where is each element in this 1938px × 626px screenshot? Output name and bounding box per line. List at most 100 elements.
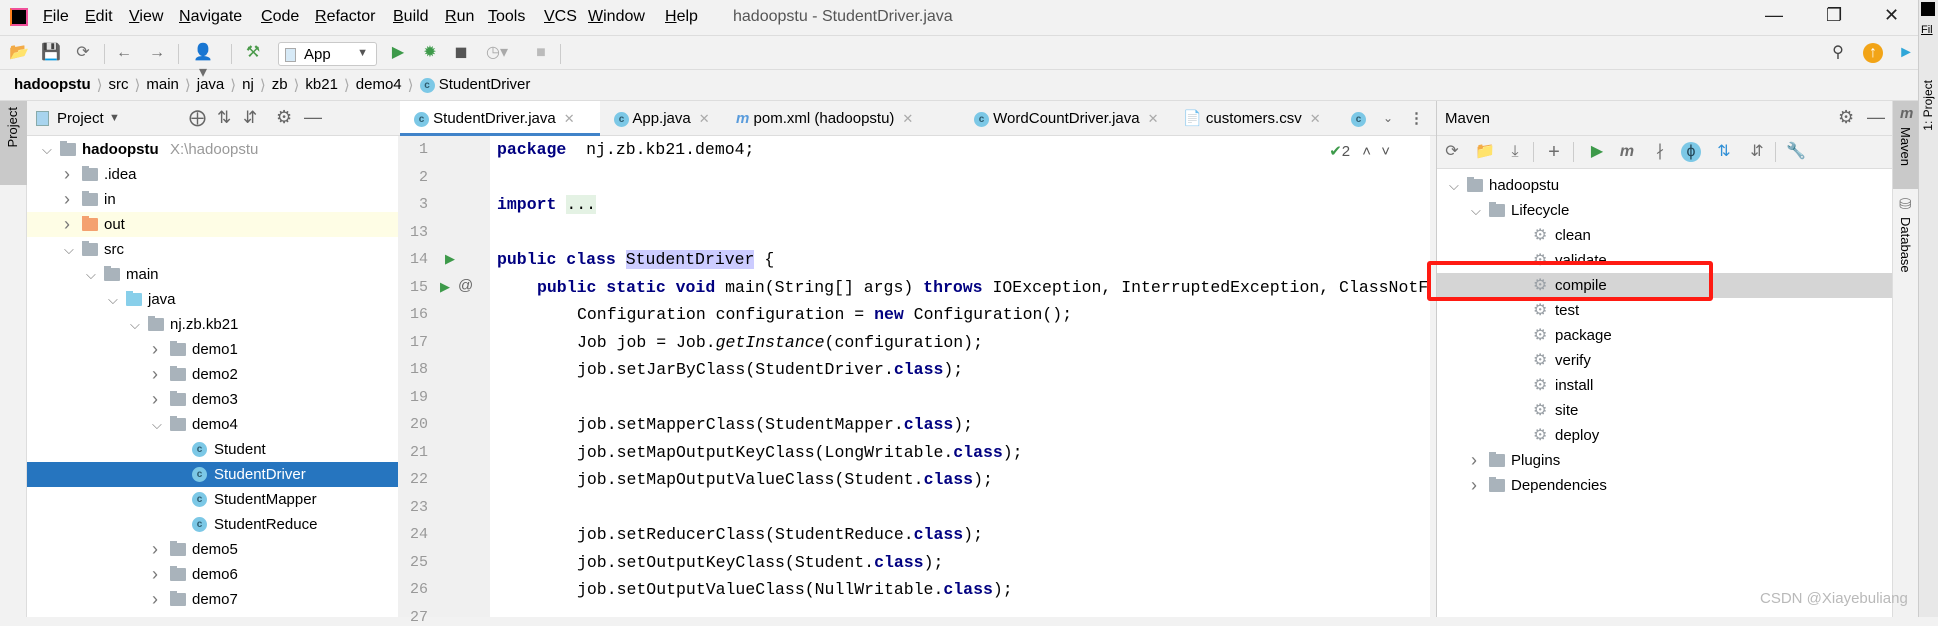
chevron-right-icon[interactable]: › (152, 562, 158, 587)
breadcrumb-item[interactable]: demo4 (356, 76, 402, 94)
settings-gear-icon[interactable]: ⚙ (276, 107, 292, 128)
chevron-down-icon[interactable]: ⌵ (130, 312, 140, 337)
chevron-down-icon[interactable]: ▼ (109, 112, 120, 124)
chevron-right-icon[interactable]: › (152, 387, 158, 412)
maven-item-verify[interactable]: ⚙ verify (1437, 348, 1893, 373)
menu-window[interactable]: Window (588, 8, 645, 26)
tree-item-njzbkb21[interactable]: ⌵ nj.zb.kb21 (27, 312, 398, 337)
tree-item-src[interactable]: ⌵ src (27, 237, 398, 262)
menu-file[interactable]: File (43, 8, 69, 26)
tab-list-chevron-icon[interactable]: ⌄ (1383, 101, 1393, 136)
code-editor[interactable]: ✔2 ˄ ˅ package nj.zb.kb21.demo4; import .… (490, 136, 1430, 617)
hide-panel-icon[interactable]: — (1867, 107, 1885, 128)
chevron-right-icon[interactable]: › (152, 362, 158, 387)
menu-navigate[interactable]: Navigate (179, 8, 242, 26)
breadcrumb-item[interactable]: kb21 (305, 76, 338, 94)
maven-item-test[interactable]: ⚙ test (1437, 298, 1893, 323)
maven-item-install[interactable]: ⚙ install (1437, 373, 1893, 398)
maven-item-plugins[interactable]: › Plugins (1437, 448, 1893, 473)
expand-all-icon[interactable]: ⇅ (217, 108, 231, 128)
tree-item-studentreduce[interactable]: c StudentReduce (27, 512, 398, 537)
menu-help[interactable]: Help (665, 8, 698, 26)
maven-item-deploy[interactable]: ⚙ deploy (1437, 423, 1893, 448)
build-hammer-icon[interactable]: ⚒ (243, 43, 263, 63)
run-config-select[interactable]: App ▼ (278, 42, 377, 66)
tree-item-studentdriver[interactable]: c StudentDriver (27, 462, 398, 487)
chevron-down-icon[interactable]: ⌵ (86, 262, 96, 287)
maven-item-lifecycle[interactable]: ⌵ Lifecycle (1437, 198, 1893, 223)
close-tab-icon[interactable]: ✕ (902, 111, 913, 126)
tree-item-idea[interactable]: › .idea (27, 162, 398, 187)
run-icon[interactable]: ▶ (1587, 142, 1607, 162)
execute-goal-icon[interactable]: m (1617, 142, 1637, 162)
chevron-down-icon[interactable]: ⌵ (1471, 198, 1481, 223)
maven-item-hadoopstu[interactable]: ⌵ hadoopstu (1437, 173, 1893, 198)
collapse-all-icon[interactable]: ⇵ (1747, 142, 1767, 162)
project-tool-button[interactable]: Project (0, 101, 27, 185)
maven-tool-button[interactable]: m Maven (1893, 101, 1919, 189)
chevron-down-icon[interactable]: ⌵ (108, 287, 118, 312)
run-icon[interactable]: ▶ (388, 43, 408, 63)
download-icon[interactable]: ⤓ (1505, 142, 1525, 162)
tree-item-demo3[interactable]: › demo3 (27, 387, 398, 412)
forward-icon[interactable]: → (147, 43, 167, 63)
tree-item-demo4[interactable]: ⌵ demo4 (27, 412, 398, 437)
toggle-offline-icon[interactable]: ∤ (1650, 142, 1670, 162)
user-dropdown-icon[interactable]: 👤▾ (190, 43, 216, 81)
tree-item-studentmapper[interactable]: c StudentMapper (27, 487, 398, 512)
tree-item-demo5[interactable]: › demo5 (27, 537, 398, 562)
close-button[interactable]: ✕ (1884, 5, 1899, 26)
skip-tests-icon[interactable]: ϕ (1681, 142, 1701, 162)
coverage-icon[interactable]: ◼ (451, 43, 471, 63)
tab-app[interactable]: c App.java ✕ (612, 101, 710, 136)
menu-vcs[interactable]: VCS (544, 8, 577, 26)
minimize-button[interactable]: — (1765, 5, 1783, 26)
locate-icon[interactable]: ⨁ (189, 108, 206, 128)
chevron-down-icon[interactable]: ⌵ (1449, 173, 1459, 198)
back-icon[interactable]: ← (114, 43, 134, 63)
override-at-icon[interactable]: @ (458, 277, 473, 294)
menu-refactor[interactable]: Refactor (315, 8, 375, 26)
chevron-down-icon[interactable]: ⌵ (42, 137, 52, 162)
settings-gear-icon[interactable]: ⚙ (1838, 107, 1854, 128)
generate-sources-icon[interactable]: 📁 (1475, 142, 1495, 162)
chevron-down-icon[interactable]: ⌵ (152, 412, 162, 437)
maven-item-dependencies[interactable]: › Dependencies (1437, 473, 1893, 498)
tree-item-student[interactable]: c Student (27, 437, 398, 462)
chevron-right-icon[interactable]: › (64, 162, 70, 187)
breadcrumb-item[interactable]: hadoopstu (14, 76, 91, 94)
chevron-down-icon[interactable]: ⌵ (64, 237, 74, 262)
tree-item-demo6[interactable]: › demo6 (27, 562, 398, 587)
maven-item-clean[interactable]: ⚙ clean (1437, 223, 1893, 248)
wrench-icon[interactable]: 🔧 (1786, 142, 1806, 162)
tree-item-hadoopstu[interactable]: ⌵ hadoopstu X:\hadoopstu (27, 137, 398, 162)
toolbox-icon[interactable]: ► (1896, 43, 1916, 63)
add-icon[interactable]: + (1544, 142, 1564, 162)
breadcrumb-item[interactable]: zb (272, 76, 288, 94)
menu-run[interactable]: Run (445, 8, 474, 26)
tab-more-class[interactable]: c (1351, 101, 1366, 136)
open-folder-icon[interactable]: 📂 (9, 43, 29, 63)
project-view-select[interactable]: Project (57, 110, 104, 127)
tab-studentdriver[interactable]: c StudentDriver.java ✕ (400, 101, 600, 136)
close-tab-icon[interactable]: ✕ (1310, 111, 1321, 126)
tab-customers[interactable]: 📄 customers.csv ✕ (1183, 101, 1321, 136)
profile-icon[interactable]: ◷▾ (482, 43, 512, 63)
search-icon[interactable]: ⚲ (1828, 43, 1848, 63)
restore-button[interactable]: ❐ (1826, 5, 1842, 26)
breadcrumb-item[interactable]: nj (242, 76, 254, 94)
close-tab-icon[interactable]: ✕ (564, 111, 575, 126)
breadcrumb-item[interactable]: src (109, 76, 129, 94)
chevron-right-icon[interactable]: › (1471, 448, 1477, 473)
chevron-right-icon[interactable]: › (64, 187, 70, 212)
run-gutter-icon[interactable]: ▶ (445, 251, 455, 267)
menu-tools[interactable]: Tools (488, 8, 525, 26)
menu-edit[interactable]: Edit (85, 8, 113, 26)
chevron-right-icon[interactable]: › (1471, 473, 1477, 498)
menu-build[interactable]: Build (393, 8, 429, 26)
chevron-right-icon[interactable]: › (152, 537, 158, 562)
tree-item-in[interactable]: › in (27, 187, 398, 212)
sync-icon[interactable]: ⟳ (73, 43, 93, 63)
hide-panel-icon[interactable]: — (304, 107, 322, 128)
more-tabs-icon[interactable]: ⋮ (1409, 101, 1424, 136)
